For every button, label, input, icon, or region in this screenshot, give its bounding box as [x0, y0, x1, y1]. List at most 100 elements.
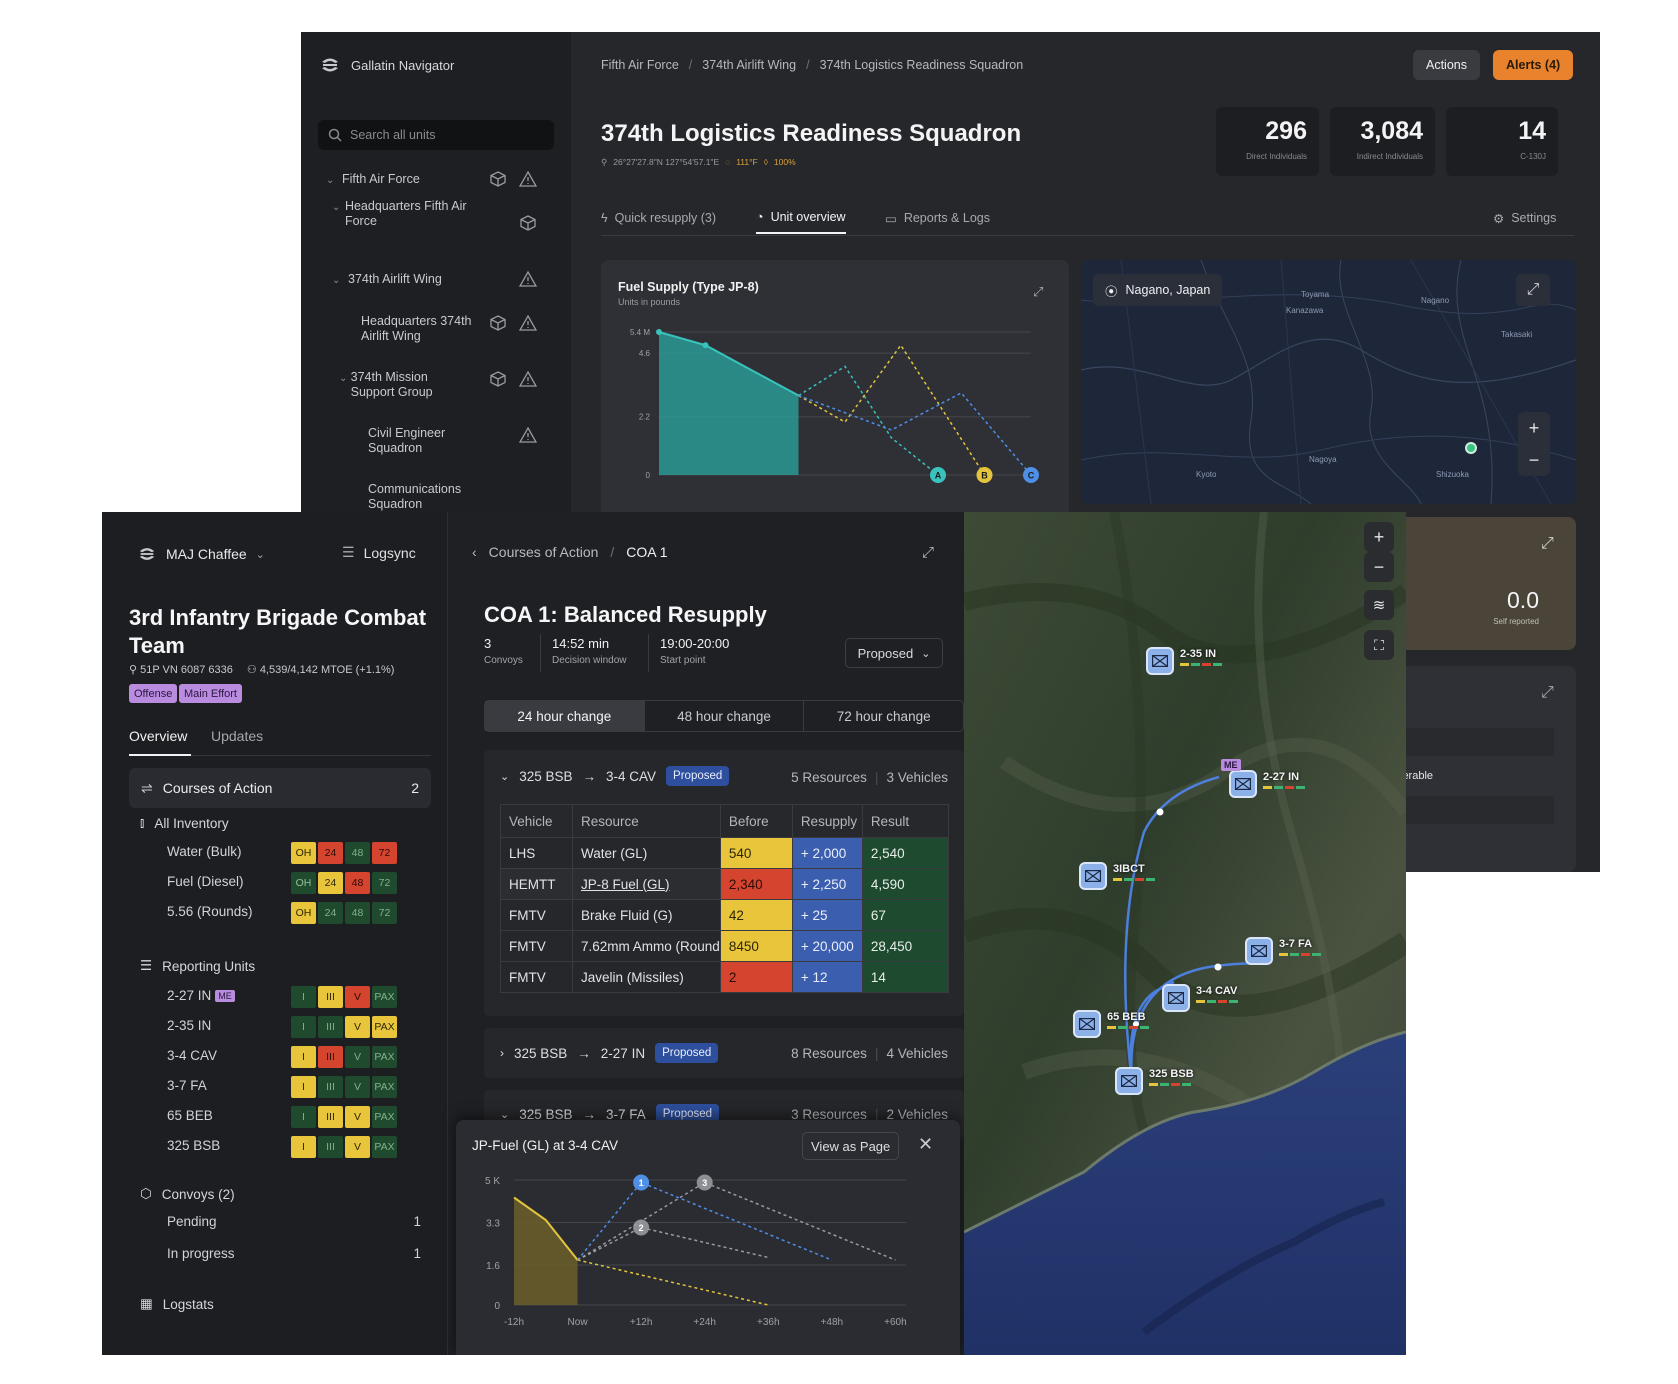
tree-item-label: Fifth Air Force	[342, 172, 420, 186]
unit-status-chips: I III V PAX	[291, 1076, 397, 1098]
route-card[interactable]: › 325 BSB → 2-27 IN Proposed 8 Resources…	[484, 1028, 964, 1078]
view-as-page-button[interactable]: View as Page	[802, 1132, 900, 1160]
warning-icon	[519, 170, 537, 187]
reporting-unit-label[interactable]: 2-35 IN	[167, 1018, 211, 1033]
scenario-marker-label: C	[1028, 471, 1035, 481]
reporting-units-header[interactable]: ☰ Reporting Units	[140, 958, 255, 974]
table-cell: 8450	[719, 930, 793, 962]
segment-24h[interactable]: 24 hour change	[485, 701, 645, 731]
actions-button[interactable]: Actions	[1413, 50, 1480, 80]
search-all-units[interactable]: Search all units	[318, 120, 554, 150]
tab-overview[interactable]: Overview	[129, 728, 187, 744]
zoom-out-icon[interactable]: −	[1364, 552, 1394, 582]
status-segment	[1213, 663, 1222, 666]
segment-72h[interactable]: 72 hour change	[804, 701, 963, 731]
region-map[interactable]: Toyama Kanazawa Nagano Takasaki Nagoya S…	[1081, 260, 1576, 504]
fullscreen-icon[interactable]: ⛶	[1364, 630, 1394, 660]
unit-marker-icon[interactable]	[1146, 647, 1174, 675]
expand-icon[interactable]: ⤢	[1541, 535, 1554, 553]
logstats-header[interactable]: ▦ Logstats	[140, 1296, 214, 1312]
all-inventory-header[interactable]: ⫾ All Inventory	[140, 815, 229, 831]
unit-marker-icon[interactable]	[1229, 770, 1257, 798]
back-chevron-icon[interactable]: ‹	[472, 544, 477, 560]
status-chip: I	[291, 986, 316, 1008]
breadcrumb-item[interactable]: 374th Airlift Wing	[702, 58, 796, 72]
tree-item[interactable]: Civil Engineer Squadron	[368, 426, 478, 456]
status-segment	[1202, 663, 1211, 666]
tab-updates[interactable]: Updates	[211, 728, 263, 744]
unit-marker-icon[interactable]	[1162, 984, 1190, 1012]
table-row[interactable]: FMTV Javelin (Missiles) 2 + 12 14	[500, 961, 950, 993]
table-row[interactable]: FMTV 7.62mm Ammo (Round 8450 + 20,000 28,450	[500, 930, 950, 962]
layers-icon[interactable]: ≋	[1364, 590, 1394, 620]
expand-icon[interactable]: ⤢	[1033, 284, 1043, 300]
tree-item-label: 374th Airlift Wing	[348, 272, 442, 286]
expand-icon[interactable]: ⤢	[1541, 684, 1554, 702]
app-name: Gallatin Navigator	[351, 57, 455, 73]
expand-icon[interactable]: ⤢	[922, 544, 934, 561]
reporting-unit-label[interactable]: 3-4 CAV	[167, 1048, 217, 1063]
alerts-button[interactable]: Alerts (4)	[1493, 50, 1574, 80]
inventory-status-chips: OH 24 48 72	[291, 842, 397, 864]
reporting-unit-label[interactable]: 3-7 FA	[167, 1078, 207, 1093]
reporting-unit-label[interactable]: 2-27 IN ME	[167, 988, 235, 1003]
status-chip: PAX	[372, 1016, 397, 1038]
map-location-chip[interactable]: ⦿ Nagano, Japan	[1093, 274, 1223, 306]
unit-marker-icon[interactable]	[1115, 1067, 1143, 1095]
expand-icon[interactable]: ⤢	[1516, 274, 1550, 306]
tree-item[interactable]: ⌄ Headquarters Fifth Air Force	[332, 199, 472, 229]
inventory-item-label[interactable]: 5.56 (Rounds)	[167, 904, 253, 919]
inventory-status-chips: OH 24 48 72	[291, 902, 397, 924]
courses-of-action-item[interactable]: ⇌ Courses of Action 2	[129, 768, 431, 808]
unit-name: 2-27 IN	[167, 988, 212, 1003]
summary-decision-window: 14:52 min Decision window	[552, 636, 626, 666]
status-badge: Proposed	[666, 766, 730, 786]
logsync-button[interactable]: ☰ Logsync	[342, 544, 416, 561]
table-cell: Water (GL)	[572, 837, 721, 869]
warning-icon	[519, 270, 537, 287]
convoy-row[interactable]: In progress 1	[167, 1246, 421, 1261]
zoom-in-icon[interactable]: +	[1364, 522, 1394, 552]
tree-item[interactable]: Headquarters 374th Airlift Wing	[361, 314, 481, 344]
route-summary: 5 Resources | 3 Vehicles	[791, 770, 948, 785]
tree-item[interactable]: ⌄ 374th Mission Support Group	[339, 370, 469, 400]
tab-quick-resupply[interactable]: ϟ Quick resupply (3)	[601, 202, 716, 234]
status-segment	[1207, 1000, 1216, 1003]
inventory-item-label[interactable]: Water (Bulk)	[167, 844, 242, 859]
unit-marker-icon[interactable]	[1245, 937, 1273, 965]
status-chip: III	[318, 1106, 343, 1128]
convoy-row[interactable]: Pending 1	[167, 1214, 421, 1229]
summary-label: Start point	[660, 655, 706, 666]
unit-marker-icon[interactable]	[1073, 1010, 1101, 1038]
close-icon[interactable]: ✕	[918, 1134, 933, 1155]
reporting-unit-label[interactable]: 65 BEB	[167, 1108, 213, 1123]
satellite-map[interactable]: + − ≋ ⛶ 2-35 IN 2-27 IN 3IBCT 3-7 FA 3-4 CAV…	[964, 512, 1406, 1355]
breadcrumb-item[interactable]: Courses of Action	[489, 544, 599, 560]
user-menu[interactable]: MAJ Chaffee ⌄	[137, 544, 265, 564]
y-tick-label: 0	[646, 471, 651, 480]
route-header[interactable]: › 325 BSB → 2-27 IN Proposed	[500, 1043, 719, 1063]
segment-48h[interactable]: 48 hour change	[645, 701, 805, 731]
inventory-item-label[interactable]: Fuel (Diesel)	[167, 874, 244, 889]
table-row[interactable]: HEMTT JP-8 Fuel (GL) 2,340 + 2,250 4,590	[500, 868, 950, 900]
zoom-out-icon[interactable]: −	[1529, 450, 1540, 471]
route-header[interactable]: ⌄ 325 BSB → 3-4 CAV Proposed	[500, 766, 730, 786]
table-row[interactable]: LHS Water (GL) 540 + 2,000 2,540	[500, 837, 950, 869]
table-row[interactable]: FMTV Brake Fluid (G) 42 + 25 67	[500, 899, 950, 931]
stat-value: 14	[1518, 117, 1546, 145]
breadcrumb-item[interactable]: Fifth Air Force	[601, 58, 679, 72]
stat-card: 3,084 Indirect Individuals	[1330, 107, 1435, 176]
settings-button[interactable]: ⚙ Settings	[1493, 202, 1556, 234]
zoom-in-icon[interactable]: +	[1529, 418, 1540, 439]
drop-icon: ◊	[763, 157, 768, 167]
grid-location: ⚲ 51P VN 6087 6336	[129, 663, 233, 676]
reporting-unit-label[interactable]: 325 BSB	[167, 1138, 220, 1153]
unit-marker-icon[interactable]	[1079, 862, 1107, 890]
tab-unit-overview[interactable]: ◔ Unit overview	[756, 202, 846, 234]
tree-item[interactable]: Communications Squadron	[368, 482, 478, 512]
package-icon	[490, 371, 506, 387]
tab-reports-logs[interactable]: ▭ Reports & Logs	[885, 202, 990, 234]
convoys-header[interactable]: ⬡ Convoys (2)	[140, 1186, 235, 1202]
status-select[interactable]: Proposed ⌄	[845, 638, 943, 668]
tree-item[interactable]: ⌄ 374th Airlift Wing	[332, 272, 502, 288]
